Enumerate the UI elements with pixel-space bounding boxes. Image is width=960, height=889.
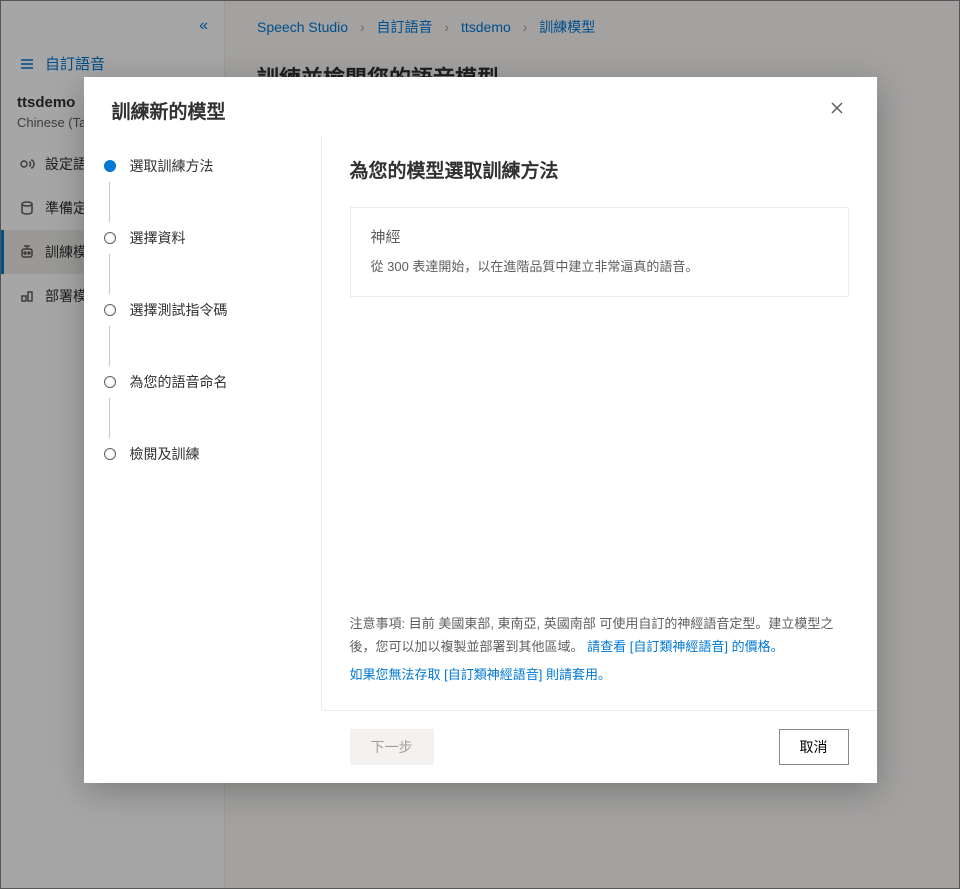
option-description: 從 300 表達開始，以在進階品質中建立非常逼真的語音。: [371, 257, 828, 278]
option-title: 神經: [371, 226, 828, 247]
step-connector: [109, 398, 110, 438]
step-select-data[interactable]: 選擇資料: [104, 228, 301, 254]
step-label: 選取訓練方法: [130, 156, 214, 176]
step-review-train[interactable]: 檢閱及訓練: [104, 444, 301, 470]
modal-footer: 下一步 取消: [322, 710, 877, 783]
step-marker-icon: [104, 448, 116, 460]
step-connector: [109, 182, 110, 222]
cancel-button[interactable]: 取消: [779, 729, 849, 765]
note-text: 注意事項: 目前 美國東部, 東南亞, 英國南部 可使用自訂的神經語音定型。建立…: [350, 612, 849, 659]
pricing-link[interactable]: 請查看 [自訂類神經語音] 的價格。: [587, 639, 783, 654]
step-label: 選擇測試指令碼: [130, 300, 228, 320]
next-button[interactable]: 下一步: [350, 729, 434, 765]
step-marker-icon: [104, 304, 116, 316]
step-marker-active-icon: [104, 160, 116, 172]
step-select-method[interactable]: 選取訓練方法: [104, 156, 301, 182]
modal-content: 為您的模型選取訓練方法 神經 從 300 表達開始，以在進階品質中建立非常逼真的…: [322, 136, 877, 710]
step-marker-icon: [104, 376, 116, 388]
note-text-2: 如果您無法存取 [自訂類神經語音] 則請套用。: [350, 663, 849, 686]
step-connector: [109, 254, 110, 294]
modal-overlay: 訓練新的模型 選取訓練方法 選擇資料: [1, 1, 959, 888]
step-select-script[interactable]: 選擇測試指令碼: [104, 300, 301, 326]
training-method-option-neural[interactable]: 神經 從 300 表達開始，以在進階品質中建立非常逼真的語音。: [350, 207, 849, 297]
train-model-modal: 訓練新的模型 選取訓練方法 選擇資料: [84, 77, 877, 783]
step-label: 檢閱及訓練: [130, 444, 200, 464]
step-label: 選擇資料: [130, 228, 186, 248]
step-marker-icon: [104, 232, 116, 244]
step-name-voice[interactable]: 為您的語音命名: [104, 372, 301, 398]
wizard-steps: 選取訓練方法 選擇資料 選擇測試指令碼 為您的語音命名: [84, 136, 322, 710]
apply-access-link[interactable]: 如果您無法存取 [自訂類神經語音] 則請套用。: [350, 667, 611, 682]
close-icon: [829, 100, 845, 121]
step-label: 為您的語音命名: [130, 372, 228, 392]
content-title: 為您的模型選取訓練方法: [350, 156, 849, 183]
close-button[interactable]: [825, 99, 849, 123]
step-connector: [109, 326, 110, 366]
modal-title: 訓練新的模型: [112, 97, 226, 124]
